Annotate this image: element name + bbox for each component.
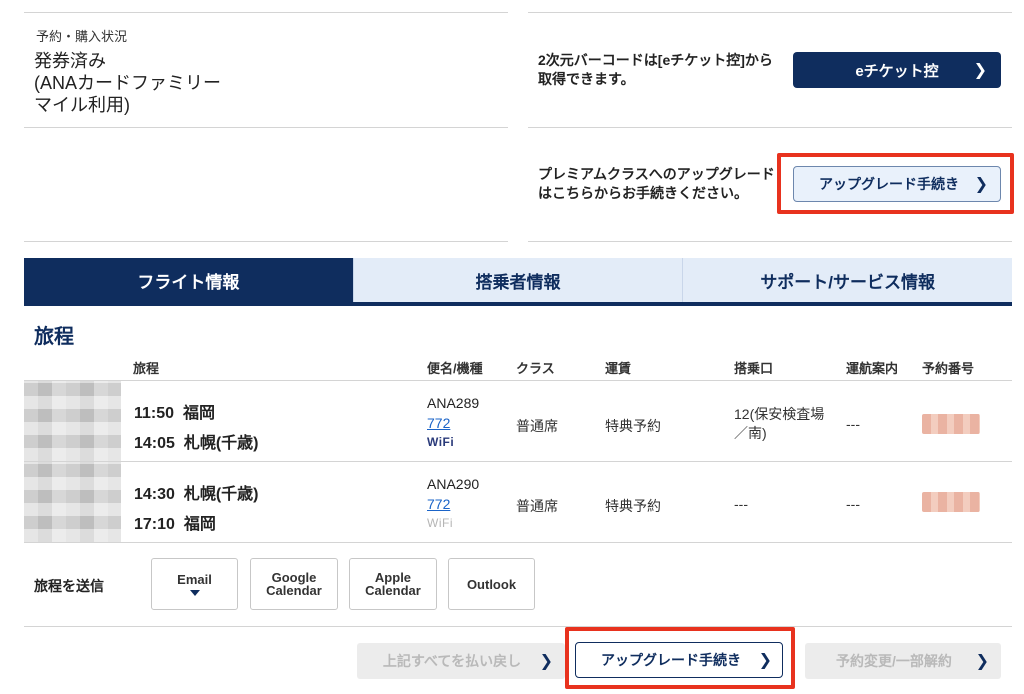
class-value: 普通席	[516, 418, 558, 434]
arrival-city: 福岡	[183, 516, 216, 533]
flight-number: ANA290	[427, 476, 480, 492]
departure: 11:50 福岡	[134, 399, 215, 423]
upgrade-button-bottom[interactable]: アップグレード手続き ❯	[575, 642, 783, 678]
upgrade-button-top[interactable]: アップグレード手続き ❯	[793, 166, 1001, 202]
column-header-fare: 運賃	[605, 361, 632, 376]
change-booking-button[interactable]: 予約変更/一部解約 ❯	[805, 643, 1001, 679]
email-button[interactable]: Email	[151, 558, 238, 610]
flight-thumbnail	[24, 381, 121, 461]
upgrade-button-label: アップグレード手続き	[819, 176, 959, 192]
eticket-button[interactable]: eチケット控 ❯	[793, 52, 1001, 88]
column-header-flight: 便名/機種	[427, 361, 483, 376]
departure-time: 14:30	[134, 486, 175, 503]
divider	[24, 380, 1012, 381]
fare-value: 特典予約	[605, 418, 661, 434]
gate-value: 12(保安検査場 ／南)	[734, 406, 825, 441]
divider	[528, 241, 1012, 242]
wifi-icon: WiFi	[427, 516, 453, 530]
send-itinerary-label: 旅程を送信	[34, 578, 104, 594]
column-header-gate: 搭乗口	[734, 361, 774, 376]
tab-flight-info[interactable]: フライト情報	[24, 258, 354, 302]
gate-value: ---	[734, 496, 748, 512]
divider	[24, 626, 1012, 627]
column-header-booking-number: 予約番号	[922, 361, 975, 376]
booking-number-redacted	[922, 492, 980, 512]
tab-bar: フライト情報 搭乗者情報 サポート/サービス情報	[24, 258, 1013, 306]
arrival-city: 札幌(千歳)	[183, 435, 259, 452]
refund-all-button[interactable]: 上記すべてを払い戻し ❯	[357, 643, 565, 679]
arrival-time: 17:10	[134, 516, 175, 533]
aircraft-link[interactable]: 772	[427, 496, 450, 512]
flight-thumbnail	[24, 462, 121, 542]
divider	[24, 542, 1012, 543]
eticket-note: 2次元バーコードは[eチケット控]から 取得できます。	[538, 52, 773, 87]
outlook-button[interactable]: Outlook	[448, 558, 535, 610]
tab-support-services[interactable]: サポート/サービス情報	[683, 258, 1013, 302]
operation-value: ---	[846, 416, 860, 432]
apple-calendar-button[interactable]: Apple Calendar	[349, 558, 437, 610]
chevron-right-icon: ❯	[539, 653, 553, 670]
wifi-icon: WiFi	[427, 435, 455, 449]
arrival: 14:05 札幌(千歳)	[134, 429, 258, 453]
departure-city: 福岡	[182, 405, 215, 422]
caret-down-icon	[189, 589, 200, 596]
change-booking-label: 予約変更/一部解約	[836, 653, 952, 669]
flight-number: ANA289	[427, 395, 480, 411]
departure: 14:30 札幌(千歳)	[134, 480, 258, 504]
departure-time: 11:50	[134, 405, 175, 422]
eticket-button-label: eチケット控	[855, 62, 939, 80]
column-header-class: クラス	[516, 361, 555, 376]
upgrade-note: プレミアムクラスへのアップグレード はこちらからお手続きください。	[538, 166, 775, 201]
arrival: 17:10 福岡	[134, 510, 216, 534]
chevron-right-icon: ❯	[758, 652, 772, 669]
booking-number-redacted	[922, 414, 980, 434]
booking-status-value: 発券済み (ANAカードファミリー マイル利用)	[34, 51, 222, 115]
chevron-right-icon: ❯	[975, 653, 989, 670]
divider	[528, 12, 1012, 13]
refund-all-label: 上記すべてを払い戻し	[382, 653, 522, 669]
column-header-operation: 運航案内	[846, 361, 899, 376]
itinerary-title: 旅程	[34, 326, 74, 348]
operation-value: ---	[846, 496, 860, 512]
divider	[24, 12, 508, 13]
column-header-itinerary: 旅程	[133, 361, 160, 376]
arrival-time: 14:05	[134, 435, 175, 452]
booking-status-label: 予約・購入状況	[36, 29, 128, 44]
chevron-right-icon: ❯	[974, 176, 988, 193]
divider	[24, 127, 508, 128]
google-calendar-button[interactable]: Google Calendar	[250, 558, 338, 610]
class-value: 普通席	[516, 498, 558, 514]
aircraft-link[interactable]: 772	[427, 415, 450, 431]
email-button-label: Email	[177, 571, 212, 587]
fare-value: 特典予約	[605, 498, 661, 514]
chevron-right-icon: ❯	[973, 62, 987, 79]
divider	[24, 241, 508, 242]
tab-passenger-info[interactable]: 搭乗者情報	[353, 258, 684, 302]
divider	[24, 461, 1012, 462]
upgrade-button-bottom-label: アップグレード手続き	[601, 652, 741, 668]
divider	[528, 127, 1012, 128]
departure-city: 札幌(千歳)	[183, 486, 259, 503]
